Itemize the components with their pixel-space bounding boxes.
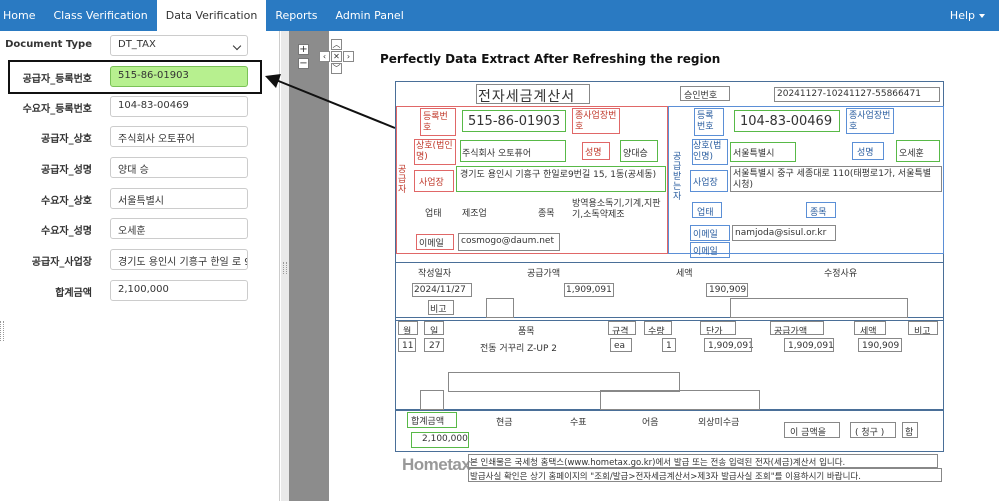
detect-box: [700, 321, 736, 335]
detect-box: [608, 321, 636, 335]
buyer-rep-label: 성명: [857, 148, 874, 158]
supply-label: 공급가액: [527, 269, 561, 279]
approval-label: 승인번호: [684, 91, 718, 101]
detect-box: [420, 390, 444, 410]
footer-line-1: 본 인쇄물은 국세청 홈택스(www.hometax.go.kr)에서 발급 또…: [470, 458, 846, 468]
supplier-reg-label: 등록번호: [423, 112, 448, 133]
buyer-rep-value: 오세훈: [899, 149, 924, 159]
supplier-item-label: 종목: [538, 209, 555, 219]
ham-text: 함: [905, 428, 914, 438]
supplier-item-value: 방역용소독기,기계,지판기,소독약제조: [572, 199, 661, 220]
check-label: 수표: [570, 418, 587, 428]
detect-box: [854, 321, 886, 335]
detect-box: [424, 338, 444, 352]
buyer-reg-label: 등록번호: [697, 111, 714, 132]
detect-box: [704, 338, 752, 352]
detect-box: [908, 321, 938, 335]
detect-box: [644, 321, 672, 335]
item-header: 품목: [518, 327, 535, 337]
detect-box: [730, 298, 908, 318]
total-value: 2,100,000: [422, 434, 468, 444]
supplier-rep-value: 양대승: [623, 149, 648, 159]
buyer-addr-label: 사업장: [693, 178, 718, 188]
buyer-email-value: namjoda@sisul.or.kr: [735, 228, 827, 238]
credit-label: 외상미수금: [698, 418, 740, 428]
supplier-email-value: cosmogo@daum.net: [461, 236, 554, 246]
detect-box: [610, 338, 632, 352]
supplier-email-label: 이메일: [419, 239, 444, 249]
claim-text: ( 청구 ): [855, 428, 885, 438]
item-cell: 전동 거꾸리 Z-UP 2: [480, 344, 557, 354]
detect-box: [486, 298, 514, 318]
detect-box: [600, 390, 760, 410]
cash-label: 현금: [496, 418, 513, 428]
footer-line-2: 발급사실 확인은 상기 홈페이지의 "조회/발급>전자세금계산서>제3자 발급사…: [470, 472, 861, 482]
arrow-line: [275, 79, 396, 129]
tax-label: 세액: [676, 269, 693, 279]
supplier-addr-value: 경기도 용인시 기흥구 한일로9번길 15, 1동(공세동): [460, 170, 657, 180]
detect-box: [424, 321, 444, 335]
supplier-side-label: 공급자: [398, 165, 407, 195]
supplier-branch-label: 종사업장번호: [575, 111, 617, 132]
buyer-name-label: 상호(법인명): [693, 141, 722, 162]
detect-box: [662, 338, 676, 352]
detect-box: [770, 321, 824, 335]
buyer-email-label: 이메일: [693, 230, 718, 240]
supplier-name-value: 주식회사 오토퓨어: [462, 149, 532, 159]
date-label: 작성일자: [418, 269, 452, 279]
detect-box: [784, 338, 834, 352]
supplier-biz-value: 제조업: [462, 209, 487, 219]
detect-box: [448, 372, 680, 392]
approval-number: 20241127-10241127-55866471: [777, 89, 921, 99]
buyer-biz-label: 업태: [697, 208, 714, 218]
detect-box: [398, 321, 418, 335]
buyer-email-label-2: 이메일: [693, 247, 718, 257]
tax-value: 190,909: [709, 285, 747, 295]
date-value: 2024/11/27: [414, 285, 466, 295]
supplier-rep-label: 성명: [585, 148, 602, 158]
buyer-name-value: 서울특별시: [733, 149, 775, 159]
detect-box: [858, 338, 902, 352]
amount-text: 이 금액을: [790, 428, 826, 438]
hometax-logo: Hometax: [402, 455, 471, 474]
supplier-reg-value: 515-86-01903: [468, 114, 561, 129]
buyer-reg-value: 104-83-00469: [740, 114, 833, 129]
supply-value: 1,909,091: [566, 285, 612, 295]
detect-box: [398, 338, 416, 352]
supplier-name-label: 상호(법인명): [416, 141, 453, 162]
buyer-item-label: 종목: [810, 208, 827, 218]
total-label: 합계금액: [411, 417, 445, 427]
buyer-branch-label: 종사업장번호: [849, 111, 891, 132]
buyer-addr-value: 서울특별시 중구 세종대로 110(태평로1가, 서울특별시청): [733, 169, 932, 190]
reason-label: 수정사유: [824, 269, 858, 279]
note-label: 비고: [430, 305, 447, 315]
detect-box: [476, 84, 590, 104]
supplier-addr-label: 사업장: [419, 178, 444, 188]
supplier-biz-label: 업태: [425, 209, 442, 219]
buyer-side-label: 공급받는자: [673, 152, 682, 202]
bill-label: 어음: [642, 418, 659, 428]
